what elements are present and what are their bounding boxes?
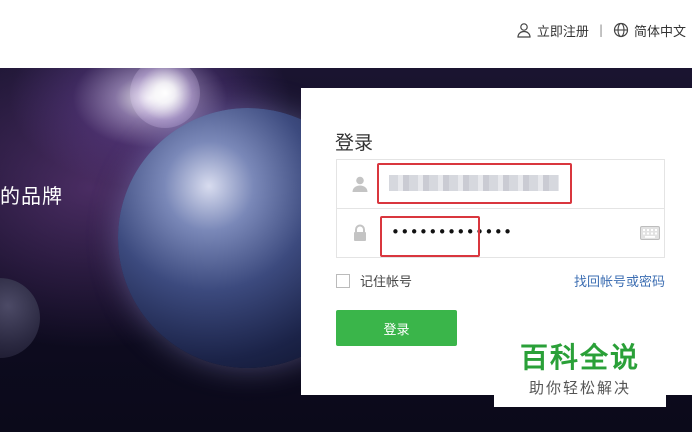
remember-label: 记住帐号 bbox=[360, 275, 413, 290]
register-label: 立即注册 bbox=[536, 24, 589, 40]
username-highlight-box bbox=[377, 163, 572, 204]
top-links: 立即注册 | 简体中文 bbox=[516, 20, 686, 40]
top-bar: 立即注册 | 简体中文 bbox=[0, 0, 692, 68]
watermark-subtitle: 助你轻松解决 bbox=[528, 379, 631, 397]
light-flare bbox=[130, 68, 200, 128]
hero-slogan: 的品牌 bbox=[0, 184, 63, 208]
password-highlight-box bbox=[380, 216, 480, 257]
globe-icon bbox=[613, 22, 629, 38]
language-selector[interactable]: 简体中文 bbox=[613, 21, 686, 40]
moon-graphic bbox=[0, 278, 40, 358]
register-link[interactable]: 立即注册 bbox=[516, 21, 589, 40]
lock-icon bbox=[354, 224, 366, 241]
top-separator: | bbox=[598, 23, 603, 37]
watermark: 百科全说 助你轻松解决 bbox=[494, 336, 666, 407]
user-icon bbox=[352, 176, 368, 192]
remember-account[interactable]: 记住帐号 bbox=[336, 271, 412, 290]
remember-checkbox[interactable] bbox=[336, 273, 350, 288]
language-label: 简体中文 bbox=[633, 24, 686, 40]
watermark-title: 百科全说 bbox=[519, 341, 640, 374]
login-button[interactable]: 登录 bbox=[336, 310, 457, 346]
login-title: 登录 bbox=[335, 132, 374, 154]
forgot-account-link[interactable]: 找回帐号或密码 bbox=[574, 271, 665, 290]
keyboard-icon[interactable] bbox=[640, 226, 660, 240]
user-outline-icon bbox=[517, 23, 531, 38]
